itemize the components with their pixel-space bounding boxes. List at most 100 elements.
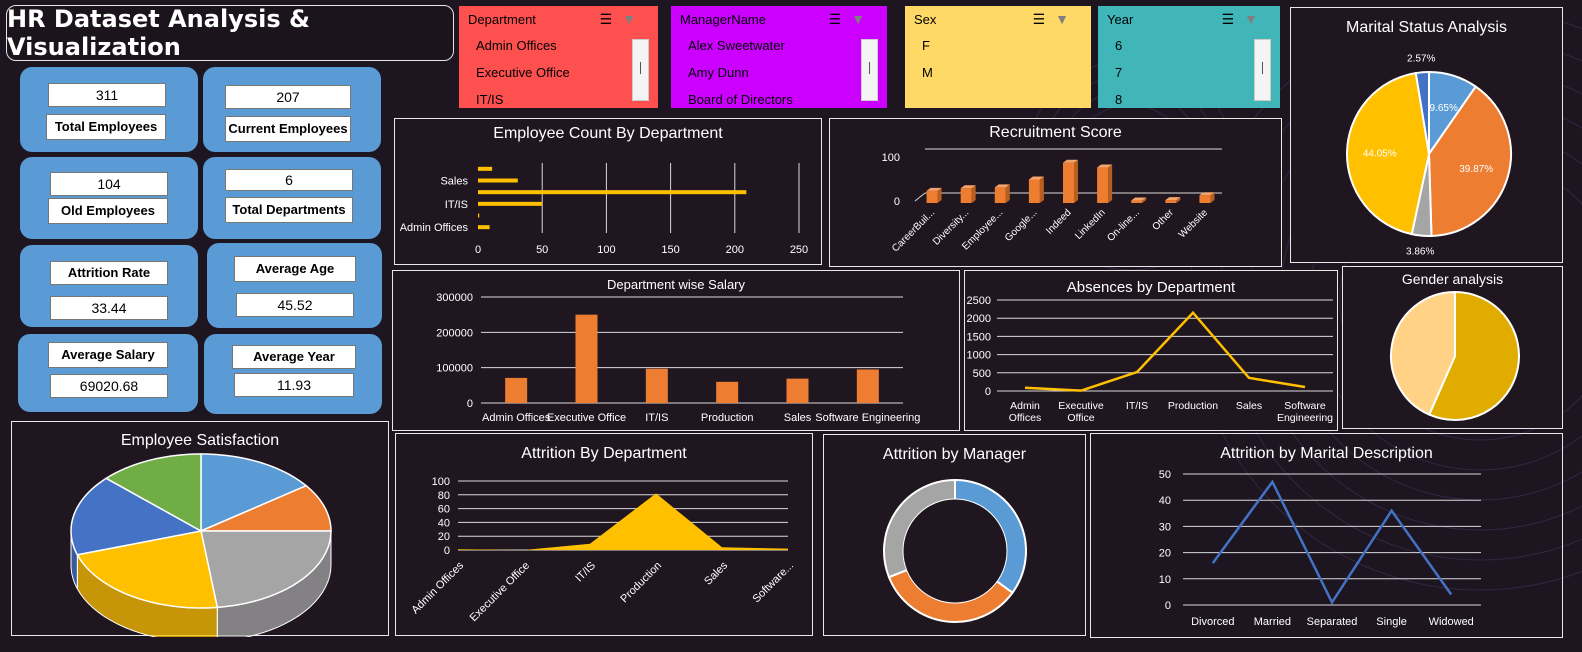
slicer-header: ManagerName xyxy=(680,12,766,27)
tick-label: 500 xyxy=(973,368,991,380)
category-label: Admin Offices xyxy=(400,222,469,234)
attrition-manager-chart xyxy=(883,478,1027,623)
tick-label: 30 xyxy=(1159,521,1171,533)
category-label: Indeed xyxy=(1044,207,1073,236)
tick-label: 50 xyxy=(536,244,548,256)
slicer-item[interactable]: Admin Offices xyxy=(476,38,570,65)
slicer-scrollbar[interactable] xyxy=(1254,39,1271,101)
tick-label: 40 xyxy=(1159,495,1171,507)
category-label: Admin xyxy=(1010,400,1040,412)
kpi-label: Old Employees xyxy=(48,198,168,224)
tick-label: 0 xyxy=(467,398,473,410)
attrition-department-panel: Attrition By Department 0 20 40 60 80 100 Admi… xyxy=(395,433,813,636)
slicer-managername[interactable]: ManagerName ☰▼ Alex Sweetwater Amy Dunn Boar… xyxy=(671,6,887,108)
tick-label: 100 xyxy=(597,244,615,256)
multi-select-icon[interactable]: ☰ xyxy=(1222,11,1245,27)
slicer-item[interactable]: IT/IS xyxy=(476,92,570,108)
kpi-value: 311 xyxy=(48,83,166,107)
bar xyxy=(505,377,528,403)
slicer-year[interactable]: Year ☰▼ 6 7 8 xyxy=(1098,6,1280,108)
category-label: Executive Office xyxy=(547,412,626,424)
area xyxy=(458,493,788,550)
slicer-scrollbar[interactable] xyxy=(861,39,878,101)
category-label: Divorced xyxy=(1191,616,1234,628)
slicer-item[interactable]: Board of Directors xyxy=(688,92,793,108)
category-label: Sales xyxy=(440,176,468,188)
category-label: Office xyxy=(1067,412,1094,424)
bar-side xyxy=(1005,184,1010,203)
bar xyxy=(1097,167,1109,203)
slicer-icons: ☰▼ xyxy=(829,11,875,28)
bar-side xyxy=(1074,159,1078,203)
slicer-item[interactable]: F xyxy=(922,38,933,65)
slicer-item[interactable]: Amy Dunn xyxy=(688,65,793,92)
clear-filter-icon[interactable]: ▼ xyxy=(1055,11,1079,27)
category-label: LinkedIn xyxy=(1073,207,1108,242)
category-label: Executive Office xyxy=(468,560,533,625)
absences-chart: 0 500 1000 1500 2000 2500 AdminOffices Executiv… xyxy=(967,295,1334,424)
slicer-department[interactable]: Department ☰▼ Admin Offices Executive Offic… xyxy=(459,6,658,108)
data-label: 39.87% xyxy=(1459,164,1493,175)
kpi-label: Attrition Rate xyxy=(50,261,168,285)
slicer-icons: ☰▼ xyxy=(600,11,646,28)
bar xyxy=(478,213,480,218)
slicer-item[interactable]: 8 xyxy=(1115,92,1122,108)
series-line xyxy=(1024,310,1306,392)
bar xyxy=(856,369,879,403)
category-label: Google... xyxy=(1003,207,1039,243)
category-label: Offices xyxy=(1009,412,1041,424)
category-label: On-line... xyxy=(1105,207,1141,243)
slicer-item[interactable]: M xyxy=(922,65,933,92)
recruitment-score-panel: Recruitment Score 0 100 CareerBuil... Diver… xyxy=(829,118,1282,267)
bar xyxy=(716,381,739,403)
slicer-item[interactable]: 6 xyxy=(1115,38,1122,65)
donut-hole xyxy=(902,498,1008,604)
category-label: Production xyxy=(701,412,754,424)
department-salary-panel: Department wise Salary 0 100000 200000 3000… xyxy=(392,270,960,431)
bar xyxy=(960,188,972,203)
category-label: Software Engineering xyxy=(815,412,920,424)
multi-select-icon[interactable]: ☰ xyxy=(600,11,623,27)
kpi-label: Total Employees xyxy=(46,114,166,140)
marital-status-chart: 9.65% 39.87% 3.86% 44.05% 2.57% xyxy=(1346,54,1512,257)
slicer-item[interactable]: Executive Office xyxy=(476,65,570,92)
clear-filter-icon[interactable]: ▼ xyxy=(1244,11,1268,27)
tick-label: 0 xyxy=(894,196,900,208)
clear-filter-icon[interactable]: ▼ xyxy=(622,11,646,27)
slicer-item[interactable]: Alex Sweetwater xyxy=(688,38,793,65)
slicer-scrollbar[interactable] xyxy=(632,39,649,101)
bar xyxy=(1063,162,1074,203)
kpi-value: 207 xyxy=(225,85,351,109)
clear-filter-icon[interactable]: ▼ xyxy=(851,11,875,27)
slicer-item[interactable]: 7 xyxy=(1115,65,1122,92)
bar xyxy=(478,225,490,230)
attrition-marital-chart: 0 10 20 30 40 50 Divorced Married Separated Singl… xyxy=(1159,469,1481,628)
kpi-value: 45.52 xyxy=(236,293,354,317)
kpi-value: 33.44 xyxy=(50,296,168,320)
category-label: Sales xyxy=(1236,400,1262,412)
category-label: Admin Offices xyxy=(409,559,466,616)
category-label: Production xyxy=(618,560,664,606)
kpi-label: Average Age xyxy=(234,256,356,282)
multi-select-icon[interactable]: ☰ xyxy=(829,11,852,27)
attrition-marital-panel: Attrition by Marital Description 0 10 20 30… xyxy=(1090,433,1563,638)
slicer-sex[interactable]: Sex ☰▼ F M xyxy=(905,6,1091,108)
multi-select-icon[interactable]: ☰ xyxy=(1033,11,1056,27)
tick-label: 100 xyxy=(432,476,450,488)
kpi-value: 6 xyxy=(225,169,353,191)
category-label: IT/IS xyxy=(645,412,668,424)
bar-side xyxy=(1039,176,1044,203)
employee-satisfaction-panel: Employee Satisfaction xyxy=(11,421,389,637)
tick-label: 0 xyxy=(475,244,481,256)
slicer-header: Sex xyxy=(914,12,937,27)
category-label: Married xyxy=(1254,616,1291,628)
slicer-icons: ☰▼ xyxy=(1033,11,1079,28)
category-label: Executive xyxy=(1058,400,1104,412)
tick-label: 1000 xyxy=(967,350,991,362)
bar xyxy=(1131,200,1143,203)
tick-label: 50 xyxy=(1159,469,1171,481)
tick-label: 0 xyxy=(1165,600,1171,612)
slicer-header: Year xyxy=(1107,12,1134,27)
category-label: Engineering xyxy=(1277,412,1333,424)
tick-label: 200000 xyxy=(436,327,473,339)
